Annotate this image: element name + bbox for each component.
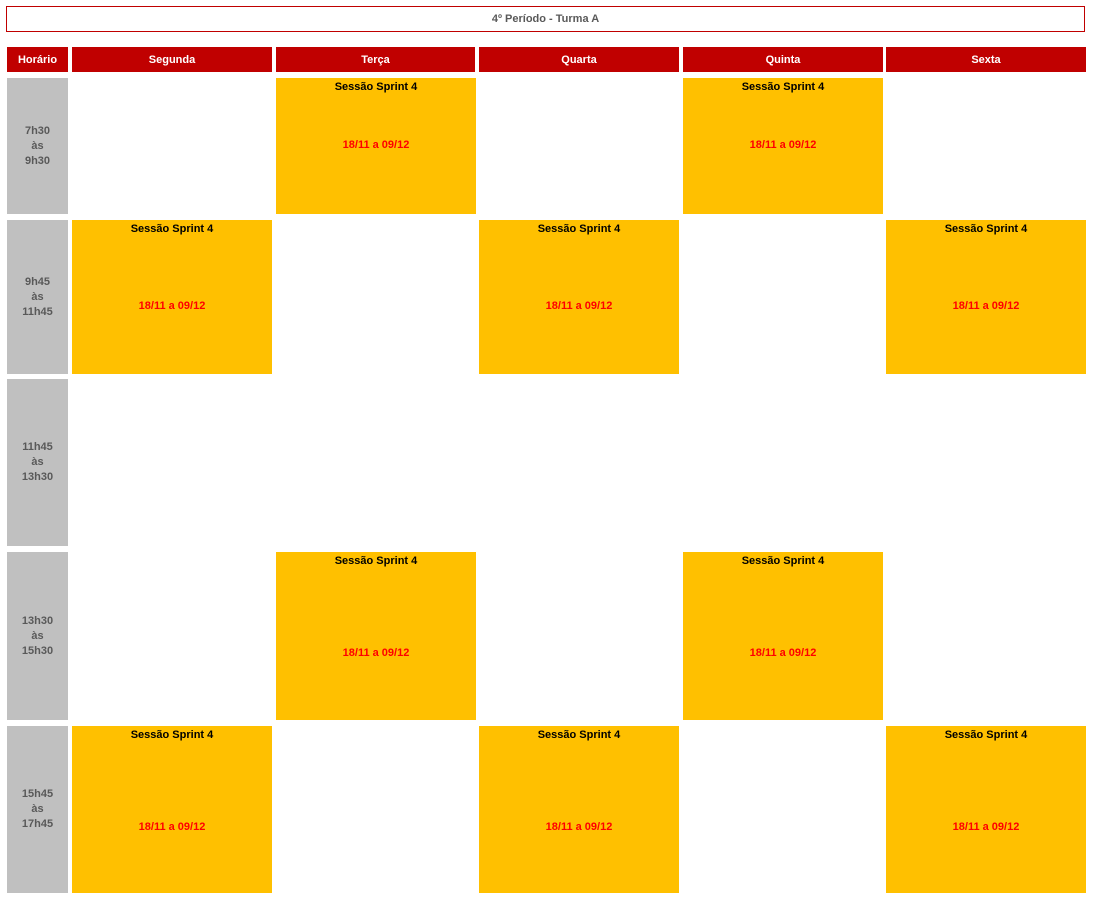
header-thursday: Quinta <box>683 47 883 72</box>
schedule-title: 4º Período - Turma A <box>6 6 1085 32</box>
time-start: 7h30 <box>24 124 51 137</box>
time-end: 9h30 <box>24 154 51 167</box>
session-dates: 18/11 a 09/12 <box>749 647 817 659</box>
time-start: 9h45 <box>24 275 51 288</box>
session-title: Sessão Sprint 4 <box>944 223 1028 235</box>
time-slot-1: 7h30 às 9h30 <box>7 78 68 214</box>
session-title: Sessão Sprint 4 <box>741 555 825 567</box>
session-block-thursday-slot-1[interactable]: Sessão Sprint 4 18/11 a 09/12 <box>683 78 883 214</box>
session-block-tuesday-slot-4[interactable]: Sessão Sprint 4 18/11 a 09/12 <box>276 552 476 720</box>
session-block-friday-slot-5[interactable]: Sessão Sprint 4 18/11 a 09/12 <box>886 726 1086 893</box>
session-dates: 18/11 a 09/12 <box>952 821 1020 833</box>
session-block-monday-slot-5[interactable]: Sessão Sprint 4 18/11 a 09/12 <box>72 726 272 893</box>
time-slot-4: 13h30 às 15h30 <box>7 552 68 720</box>
session-dates: 18/11 a 09/12 <box>545 821 613 833</box>
session-dates: 18/11 a 09/12 <box>342 647 410 659</box>
session-title: Sessão Sprint 4 <box>334 81 418 93</box>
session-dates: 18/11 a 09/12 <box>545 300 613 312</box>
header-monday: Segunda <box>72 47 272 72</box>
session-dates: 18/11 a 09/12 <box>138 821 206 833</box>
header-time: Horário <box>7 47 68 72</box>
time-slot-5: 15h45 às 17h45 <box>7 726 68 893</box>
time-start: 15h45 <box>21 788 54 800</box>
session-block-tuesday-slot-1[interactable]: Sessão Sprint 4 18/11 a 09/12 <box>276 78 476 214</box>
time-separator: às <box>31 456 44 468</box>
time-slot-3: 11h45 às 13h30 <box>7 379 68 546</box>
time-separator: às <box>31 290 44 303</box>
session-block-monday-slot-2[interactable]: Sessão Sprint 4 18/11 a 09/12 <box>72 220 272 374</box>
session-dates: 18/11 a 09/12 <box>138 300 206 312</box>
time-end: 13h30 <box>21 471 54 483</box>
time-separator: às <box>31 629 44 642</box>
session-block-wednesday-slot-2[interactable]: Sessão Sprint 4 18/11 a 09/12 <box>479 220 679 374</box>
header-friday: Sexta <box>886 47 1086 72</box>
session-title: Sessão Sprint 4 <box>537 729 621 741</box>
session-dates: 18/11 a 09/12 <box>749 139 817 151</box>
header-tuesday: Terça <box>276 47 475 72</box>
session-title: Sessão Sprint 4 <box>334 555 418 567</box>
time-start: 11h45 <box>22 441 53 453</box>
time-end: 17h45 <box>21 818 54 830</box>
session-block-friday-slot-2[interactable]: Sessão Sprint 4 18/11 a 09/12 <box>886 220 1086 374</box>
time-slot-2: 9h45 às 11h45 <box>7 220 68 374</box>
time-end: 11h45 <box>22 305 53 318</box>
session-title: Sessão Sprint 4 <box>944 729 1028 741</box>
session-title: Sessão Sprint 4 <box>130 223 214 235</box>
time-separator: às <box>31 803 44 815</box>
header-wednesday: Quarta <box>479 47 679 72</box>
session-dates: 18/11 a 09/12 <box>342 139 410 151</box>
session-dates: 18/11 a 09/12 <box>952 300 1020 312</box>
session-title: Sessão Sprint 4 <box>741 81 825 93</box>
session-title: Sessão Sprint 4 <box>537 223 621 235</box>
session-block-wednesday-slot-5[interactable]: Sessão Sprint 4 18/11 a 09/12 <box>479 726 679 893</box>
time-start: 13h30 <box>21 614 54 627</box>
session-block-thursday-slot-4[interactable]: Sessão Sprint 4 18/11 a 09/12 <box>683 552 883 720</box>
time-separator: às <box>31 139 44 152</box>
session-title: Sessão Sprint 4 <box>130 729 214 741</box>
time-end: 15h30 <box>21 644 54 657</box>
